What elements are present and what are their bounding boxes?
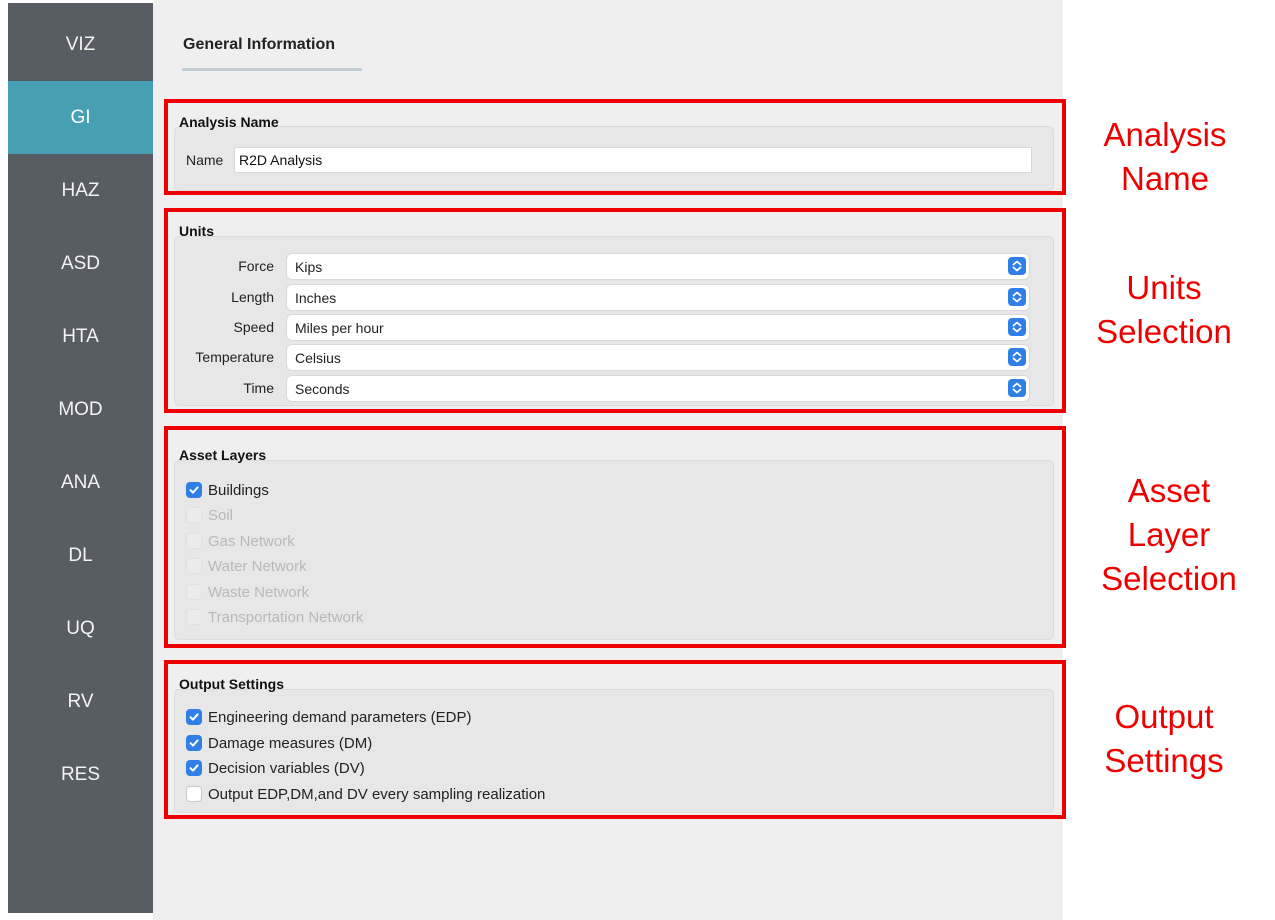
sidebar-item-hta[interactable]: HTA (8, 300, 153, 373)
sidebar-item-res[interactable]: RES (8, 738, 153, 811)
tab-general-information[interactable]: General Information (183, 36, 363, 54)
sidebar-item-haz[interactable]: HAZ (8, 154, 153, 227)
units-annotation-label: Units Selection (1096, 269, 1232, 350)
sidebar-item-dl[interactable]: DL (8, 519, 153, 592)
asset-layers-annotation-label: Asset Layer Selection (1101, 472, 1237, 597)
tab-underline (182, 68, 362, 71)
sidebar-item-asd[interactable]: ASD (8, 227, 153, 300)
sidebar-item-mod[interactable]: MOD (8, 373, 153, 446)
analysis-name-annotation-box (164, 99, 1066, 195)
output-settings-annotation-label: Output Settings (1104, 698, 1224, 779)
sidebar-item-uq[interactable]: UQ (8, 592, 153, 665)
asset-layers-annotation-box (164, 426, 1066, 648)
sidebar-item-gi[interactable]: GI (8, 81, 153, 154)
units-annotation-box (164, 208, 1066, 413)
output-settings-annotation-box (164, 660, 1066, 819)
sidebar: VIZ GI HAZ ASD HTA MOD ANA DL UQ RV RES (8, 3, 153, 913)
sidebar-item-rv[interactable]: RV (8, 665, 153, 738)
analysis-name-annotation-label: Analysis Name (1103, 116, 1227, 197)
sidebar-item-viz[interactable]: VIZ (8, 8, 153, 81)
sidebar-item-ana[interactable]: ANA (8, 446, 153, 519)
